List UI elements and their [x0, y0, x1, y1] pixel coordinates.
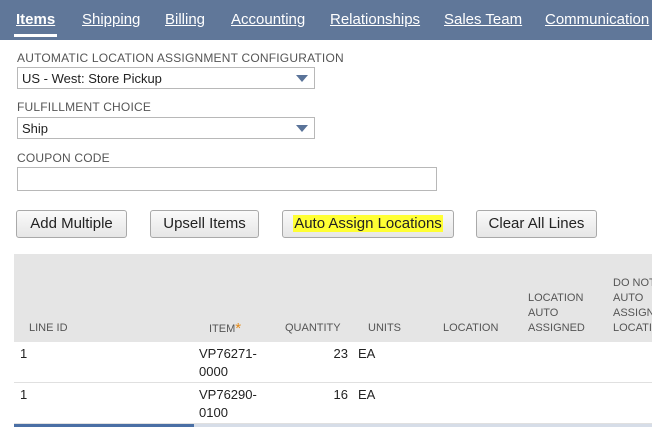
- col-quantity: QUANTITY: [285, 322, 341, 334]
- cell-units: EA: [358, 387, 376, 402]
- col-header-line: LOCATION: [528, 292, 584, 304]
- col-location-auto-assigned: LOCATION AUTO ASSIGNED: [528, 291, 585, 336]
- table-row[interactable]: 1 VP76271- 0000 23 EA: [14, 342, 652, 383]
- cell-item-line: VP76271-: [199, 346, 257, 361]
- cell-item-line: VP76290-: [199, 387, 257, 402]
- cell-quantity: 16: [333, 387, 348, 402]
- col-header-line: ASSIGNED: [528, 322, 585, 334]
- coupon-label: COUPON CODE: [17, 151, 110, 165]
- tab-accounting[interactable]: Accounting: [231, 11, 305, 28]
- cell-line-id: 1: [20, 387, 28, 402]
- tab-billing[interactable]: Billing: [165, 11, 205, 28]
- col-header-line: DO NOT: [613, 277, 652, 289]
- subtab-bar: Items Shipping Billing Accounting Relati…: [0, 0, 652, 40]
- col-item: ITEM*: [209, 320, 241, 337]
- col-units: UNITS: [368, 322, 401, 334]
- required-marker: *: [235, 320, 242, 337]
- chevron-down-icon: [296, 75, 308, 82]
- col-header-line: ASSIGN: [613, 307, 652, 319]
- col-header-line: AUTO: [528, 307, 559, 319]
- items-grid-header: LINE ID ITEM* QUANTITY UNITS LOCATION LO…: [14, 254, 652, 342]
- col-location: LOCATION: [443, 322, 499, 334]
- coupon-input[interactable]: [17, 167, 437, 191]
- upsell-items-button[interactable]: Upsell Items: [150, 210, 259, 238]
- cell-item-line: 0100: [199, 405, 228, 420]
- location-config-value: US - West: Store Pickup: [22, 71, 162, 86]
- col-line-id: LINE ID: [29, 322, 68, 334]
- fulfillment-value: Ship: [22, 121, 49, 136]
- tab-shipping[interactable]: Shipping: [82, 11, 140, 28]
- auto-assign-label: Auto Assign Locations: [293, 215, 443, 232]
- add-multiple-button[interactable]: Add Multiple: [16, 210, 127, 238]
- location-config-select[interactable]: US - West: Store Pickup: [17, 67, 315, 89]
- cell-item-line: 0000: [199, 364, 228, 379]
- col-header-line: LOCATION: [613, 322, 652, 334]
- chevron-down-icon: [296, 125, 308, 132]
- fulfillment-label: FULFILLMENT CHOICE: [17, 100, 152, 114]
- col-do-not-auto-assign: DO NOT AUTO ASSIGN LOCATION: [613, 276, 652, 336]
- tab-items[interactable]: Items: [13, 11, 58, 37]
- col-item-label: ITEM: [209, 323, 236, 335]
- col-header-line: AUTO: [613, 292, 644, 304]
- fulfillment-select[interactable]: Ship: [17, 117, 315, 139]
- tab-sales-team[interactable]: Sales Team: [444, 11, 522, 28]
- cell-quantity: 23: [333, 346, 348, 361]
- tab-relationships[interactable]: Relationships: [330, 11, 420, 28]
- clear-all-lines-button[interactable]: Clear All Lines: [476, 210, 597, 238]
- cell-line-id: 1: [20, 346, 28, 361]
- tab-communication[interactable]: Communication: [545, 11, 649, 28]
- location-config-label: AUTOMATIC LOCATION ASSIGNMENT CONFIGURAT…: [17, 51, 344, 65]
- table-row[interactable]: 1 VP76290- 0100 16 EA: [14, 383, 652, 424]
- cell-item: VP76271- 0000: [199, 345, 257, 381]
- auto-assign-locations-button[interactable]: Auto Assign Locations: [282, 210, 454, 238]
- cell-item: VP76290- 0100: [199, 386, 257, 422]
- cell-units: EA: [358, 346, 376, 361]
